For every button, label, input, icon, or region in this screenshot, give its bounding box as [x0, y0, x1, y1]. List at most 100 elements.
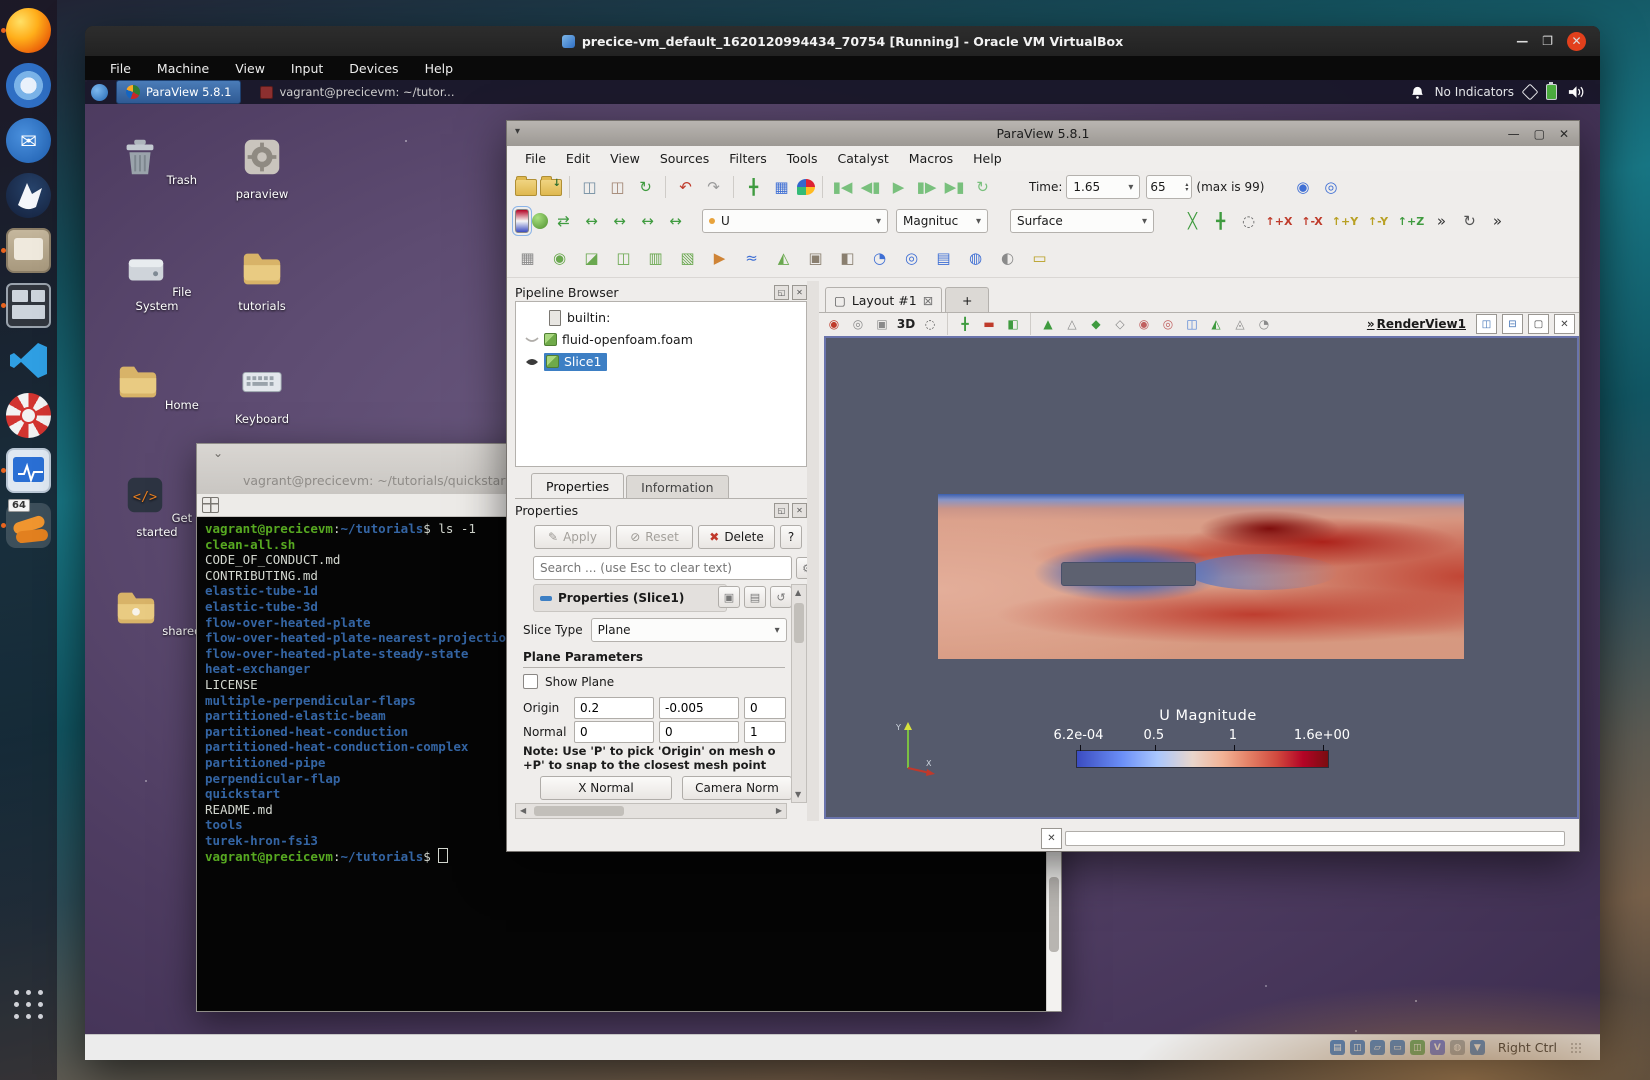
- rescale-custom-range-icon[interactable]: ↔: [607, 209, 632, 233]
- desktop-icon-paraview[interactable]: paraview: [216, 134, 308, 201]
- thunderbird-icon[interactable]: ✉: [6, 118, 51, 163]
- select-points-on-surface-icon[interactable]: △: [1061, 314, 1083, 334]
- chromium-icon[interactable]: [6, 63, 51, 108]
- virtualbox-titlebar[interactable]: precice-vm_default_1620120994434_70754 […: [85, 26, 1600, 56]
- firefox-icon[interactable]: [6, 8, 51, 53]
- undo-icon[interactable]: ↶: [673, 175, 698, 199]
- copy-view-icon[interactable]: ▣: [871, 314, 893, 334]
- select-points-polygon-icon[interactable]: ◎: [1157, 314, 1179, 334]
- select-cells-polygon-icon[interactable]: ◉: [1133, 314, 1155, 334]
- restore-defaults-icon[interactable]: ↺: [770, 586, 792, 608]
- hover-cells-icon[interactable]: ◔: [1253, 314, 1275, 334]
- paraview-titlebar[interactable]: ▾ ParaView 5.8.1 — ▢ ✕: [507, 121, 1579, 147]
- slice-icon[interactable]: ◫: [611, 246, 636, 270]
- mouse-integration-icon[interactable]: ◍: [1450, 1040, 1465, 1055]
- open-file-icon[interactable]: [515, 179, 537, 196]
- select-cells-frustum-icon[interactable]: ◆: [1085, 314, 1107, 334]
- applications-menu-icon[interactable]: [91, 84, 108, 101]
- save-data-icon[interactable]: [540, 179, 562, 196]
- reset-button[interactable]: ⊘Reset: [616, 525, 693, 549]
- paraview-menu-file[interactable]: File: [515, 147, 556, 170]
- plot-over-line-icon[interactable]: ◔: [867, 246, 892, 270]
- notification-bell-icon[interactable]: [1410, 85, 1425, 100]
- close-tab-icon[interactable]: ⊠: [923, 293, 933, 308]
- wolf-app-icon[interactable]: [6, 173, 51, 218]
- desktop-icon-trash[interactable]: Trash: [111, 134, 203, 187]
- view-minus-y-button[interactable]: ↑-Y: [1363, 209, 1393, 233]
- probe-location-icon[interactable]: ◎: [899, 246, 924, 270]
- peppermint-app-icon[interactable]: [6, 393, 51, 438]
- capture-screenshot-icon[interactable]: ◎: [847, 314, 869, 334]
- connect-server-icon[interactable]: ◫: [577, 175, 602, 199]
- paraview-menu-view[interactable]: View: [600, 147, 650, 170]
- network-activity-icon[interactable]: ◫: [1350, 1040, 1365, 1055]
- taskbar-button-terminal[interactable]: vagrant@precicevm: ~/tutor...: [251, 81, 463, 103]
- histogram-icon[interactable]: ▤: [931, 246, 956, 270]
- group-datasets-icon[interactable]: ▣: [803, 246, 828, 270]
- normal-x-field[interactable]: [574, 721, 654, 743]
- resize-grip[interactable]: [1570, 1042, 1582, 1054]
- x-normal-button[interactable]: X Normal: [540, 776, 672, 800]
- clip-icon[interactable]: ◪: [579, 246, 604, 270]
- close-icon[interactable]: ✕: [1567, 32, 1586, 51]
- legend-colorbar[interactable]: [1076, 750, 1329, 768]
- component-combo[interactable]: Magnituc: [896, 209, 988, 233]
- undock-icon[interactable]: ◱: [774, 285, 789, 300]
- minimize-icon[interactable]: —: [1516, 34, 1528, 48]
- redo-icon[interactable]: ↷: [701, 175, 726, 199]
- hdd-activity-icon[interactable]: ▤: [1330, 1040, 1345, 1055]
- vscode-icon[interactable]: [6, 338, 51, 383]
- virt-manager-icon[interactable]: [6, 448, 51, 493]
- interactive-select-points-icon[interactable]: ◬: [1229, 314, 1251, 334]
- split-view-icon[interactable]: [202, 497, 219, 513]
- vbox-menu-file[interactable]: File: [99, 58, 142, 79]
- rescale-custom-icon[interactable]: ⇄: [551, 209, 576, 233]
- desktop-icon-shared[interactable]: shared: [111, 585, 203, 638]
- visibility-on-icon[interactable]: [524, 357, 540, 367]
- panel-splitter[interactable]: [807, 281, 819, 821]
- glyph-icon[interactable]: ▶: [707, 246, 732, 270]
- paste-properties-icon[interactable]: ▤: [744, 586, 766, 608]
- pipeline-item-slice1[interactable]: Slice1: [516, 351, 806, 372]
- rescale-data-range-icon[interactable]: ↔: [579, 209, 604, 233]
- custom-view-size-icon[interactable]: ◎: [1318, 175, 1343, 199]
- origin-y-field[interactable]: [659, 697, 739, 719]
- overflow-chevron[interactable]: »: [1367, 317, 1375, 331]
- network-icon[interactable]: [1522, 84, 1539, 101]
- vbox-menu-view[interactable]: View: [224, 58, 276, 79]
- last-frame-icon[interactable]: ▶▮: [942, 175, 967, 199]
- color-map-icon[interactable]: [515, 209, 529, 233]
- split-vertical-icon[interactable]: ⊟: [1502, 314, 1523, 334]
- first-frame-icon[interactable]: ▮◀: [830, 175, 855, 199]
- view-plus-z-button[interactable]: ↑+Z: [1396, 209, 1426, 233]
- maximize-view-icon[interactable]: ▢: [1528, 314, 1549, 334]
- desktop-icon-tutorials[interactable]: tutorials: [216, 246, 308, 313]
- keyboard-capture-icon[interactable]: ▼: [1470, 1040, 1485, 1055]
- maximize-icon[interactable]: ▢: [1534, 127, 1545, 141]
- renderview-label[interactable]: » RenderView1: [1367, 317, 1466, 331]
- subtract-selection-icon[interactable]: ▬: [978, 314, 1000, 334]
- new-layout-tab[interactable]: +: [945, 287, 989, 312]
- show-applications-icon[interactable]: [6, 980, 51, 1025]
- search-input[interactable]: [533, 556, 792, 580]
- maximize-icon[interactable]: ❐: [1542, 34, 1553, 48]
- disconnect-server-icon[interactable]: ◫: [605, 175, 630, 199]
- add-selection-icon[interactable]: ╋: [954, 314, 976, 334]
- view-plus-y-button[interactable]: ↑+Y: [1330, 209, 1360, 233]
- vbox-menu-devices[interactable]: Devices: [338, 58, 409, 79]
- window-menu-caret-icon[interactable]: ▾: [515, 126, 520, 137]
- python-calculator-icon[interactable]: ◍: [963, 246, 988, 270]
- frame-spinbox[interactable]: 65: [1146, 175, 1192, 199]
- view-plus-x-button[interactable]: ↑+X: [1264, 209, 1294, 233]
- select-points-frustum-icon[interactable]: ◇: [1109, 314, 1131, 334]
- properties-vertical-scrollbar[interactable]: [791, 584, 807, 803]
- toggle-selection-icon[interactable]: ◧: [1002, 314, 1024, 334]
- interactive-select-cells-icon[interactable]: ◭: [1205, 314, 1227, 334]
- warp-by-vector-icon[interactable]: ◭: [771, 246, 796, 270]
- slice-type-combo[interactable]: Plane: [591, 618, 787, 642]
- save-screenshot-icon[interactable]: ◉: [823, 314, 845, 334]
- display-icon[interactable]: ▭: [1390, 1040, 1405, 1055]
- stream-tracer-icon[interactable]: ≈: [739, 246, 764, 270]
- normal-z-field[interactable]: [744, 721, 786, 743]
- battery-icon[interactable]: [1546, 84, 1557, 100]
